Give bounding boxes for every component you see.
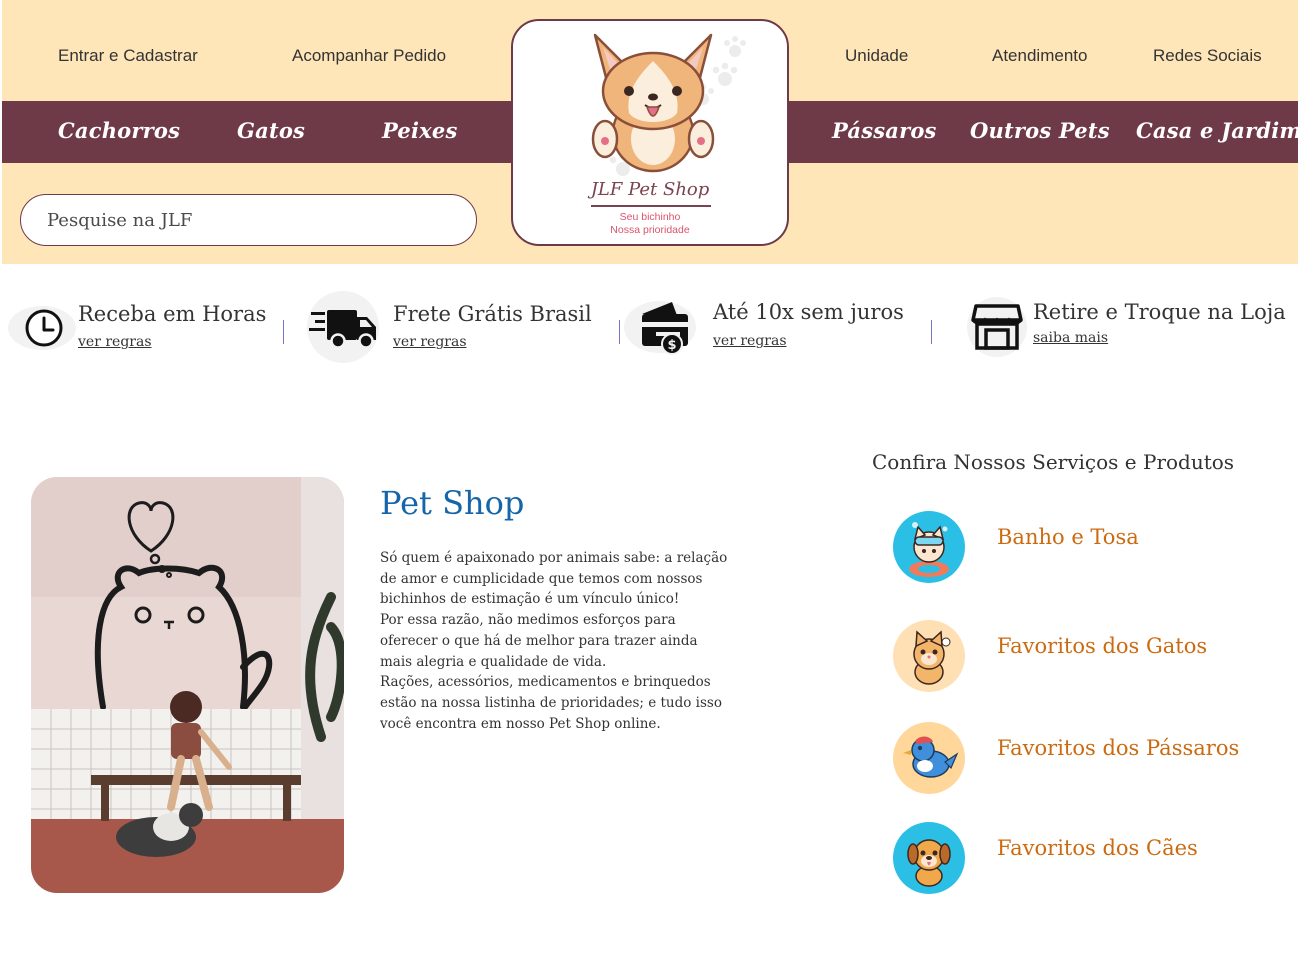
logo-divider: [591, 205, 711, 207]
logo-subtitle-2: Nossa prioridade: [610, 224, 690, 236]
service-label: Banho e Tosa: [997, 525, 1139, 549]
store-icon: [967, 297, 1027, 357]
social-media-link[interactable]: Redes Sociais: [1153, 46, 1262, 66]
services-title: Confira Nossos Serviços e Produtos: [872, 450, 1235, 474]
clock-icon: [8, 306, 76, 350]
intro-paragraph: Rações, acessórios, medicamentos e brinq…: [380, 674, 722, 732]
service-label: Favoritos dos Pássaros: [997, 736, 1240, 760]
cat-icon: [893, 620, 965, 692]
feature-title: Frete Grátis Brasil: [393, 302, 592, 326]
nav-birds[interactable]: Pássaros: [832, 118, 937, 143]
track-order-link[interactable]: Acompanhar Pedido: [292, 46, 446, 66]
customer-service-link[interactable]: Atendimento: [992, 46, 1087, 66]
page-title: Pet Shop: [380, 484, 525, 522]
intro-text: Só quem é apaixonado por animais sabe: a…: [380, 548, 760, 734]
service-cat-favorites[interactable]: Favoritos dos Gatos: [893, 620, 1293, 692]
login-register-link[interactable]: Entrar e Cadastrar: [58, 46, 198, 66]
service-bath-grooming[interactable]: Banho e Tosa: [893, 511, 1293, 583]
nav-dogs[interactable]: Cachorros: [58, 118, 180, 143]
nav-cats[interactable]: Gatos: [237, 118, 305, 143]
feature-divider: [283, 320, 284, 344]
svg-text:$: $: [667, 338, 676, 353]
credit-card-icon: $: [624, 301, 696, 355]
nav-home-garden[interactable]: Casa e Jardim: [1136, 118, 1299, 143]
service-label: Favoritos dos Gatos: [997, 634, 1208, 658]
store-unit-link[interactable]: Unidade: [845, 46, 908, 66]
nav-other-pets[interactable]: Outros Pets: [970, 118, 1110, 143]
service-bird-favorites[interactable]: Favoritos dos Pássaros: [893, 722, 1293, 794]
woman-with-dog-photo: [31, 477, 344, 893]
service-dog-favorites[interactable]: Favoritos dos Cães: [893, 822, 1293, 894]
service-label: Favoritos dos Cães: [997, 836, 1198, 860]
delivery-truck-icon: [307, 291, 379, 363]
feature-rules-link[interactable]: ver regras: [713, 333, 787, 349]
feature-title: Retire e Troque na Loja: [1033, 300, 1286, 324]
dog-icon: [893, 822, 965, 894]
feature-rules-link[interactable]: ver regras: [78, 334, 152, 350]
corgi-logo-icon: [591, 33, 746, 176]
bird-icon: [893, 722, 965, 794]
feature-info-link[interactable]: saiba mais: [1033, 330, 1108, 346]
search-input[interactable]: [20, 194, 477, 246]
nav-fish[interactable]: Peixes: [382, 118, 457, 143]
intro-paragraph: Por essa razão, não medimos esforços par…: [380, 612, 698, 670]
bathing-cat-icon: [893, 511, 965, 583]
intro-paragraph: Só quem é apaixonado por animais sabe: a…: [380, 550, 728, 608]
logo-subtitle-1: Seu bichinho: [619, 211, 681, 223]
logo-title: JLF Pet Shop: [590, 179, 710, 200]
feature-title: Até 10x sem juros: [713, 300, 904, 324]
feature-title: Receba em Horas: [78, 302, 267, 326]
feature-rules-link[interactable]: ver regras: [393, 334, 467, 350]
logo[interactable]: JLF Pet Shop Seu bichinho Nossa priorida…: [511, 19, 789, 246]
feature-divider: [931, 320, 932, 344]
